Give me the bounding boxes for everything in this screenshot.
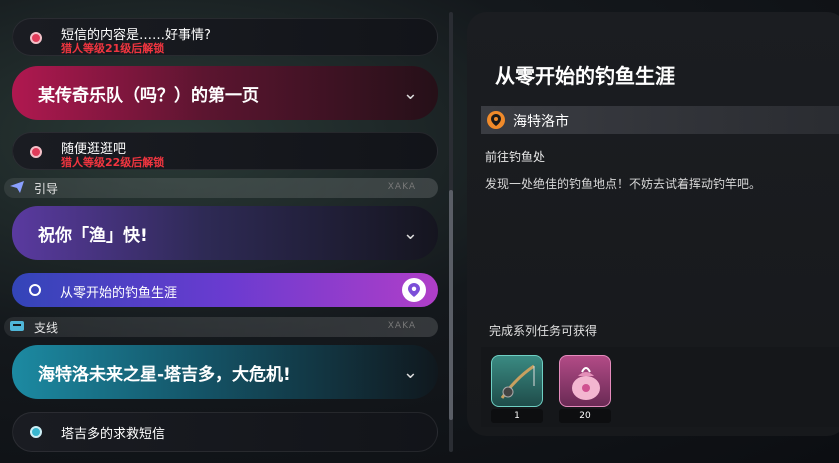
chevron-down-icon: ⌄ <box>402 83 418 104</box>
chapter-title: 某传奇乐队（吗？）的第一页 <box>38 86 259 106</box>
location-pin-icon[interactable] <box>402 278 426 302</box>
chevron-down-icon: ⌄ <box>402 223 418 244</box>
paper-plane-icon <box>10 181 24 196</box>
quest-item-active[interactable]: 从零开始的钓鱼生涯 <box>12 273 438 307</box>
quest-item-stroll[interactable]: 随便逛逛吧 猎人等级22级后解锁 <box>12 132 438 170</box>
quest-status-dot <box>30 426 42 438</box>
category-guide: 引导 XAKA <box>4 178 438 198</box>
reward-label: 完成系列任务可获得 <box>489 324 598 338</box>
quest-chapter-fishing[interactable]: 祝你「渔」快! ⌄ <box>12 206 438 260</box>
fishing-rod-icon <box>500 364 535 399</box>
quest-title: 从零开始的钓鱼生涯 <box>60 286 178 301</box>
quest-title: 塔吉多的求救短信 <box>61 427 166 442</box>
reward-item-gift-bag[interactable] <box>559 355 611 407</box>
quest-status-dot <box>29 284 41 296</box>
quest-item-help-sms[interactable]: 塔吉多的求救短信 <box>12 412 438 452</box>
quest-objective: 前往钓鱼处 <box>485 150 546 164</box>
scrollbar-thumb[interactable] <box>449 190 453 420</box>
quest-description: 发现一处绝佳的钓鱼地点！不妨去试着挥动钓竿吧。 <box>485 177 762 191</box>
quest-chapter-band[interactable]: 某传奇乐队（吗？）的第一页 ⌄ <box>12 66 438 120</box>
quest-detail-panel: 从零开始的钓鱼生涯 海特洛市 前往钓鱼处 发现一处绝佳的钓鱼地点！不妨去试着挥动… <box>467 12 839 436</box>
side-quest-icon <box>10 320 24 335</box>
quest-status-dot <box>30 32 42 44</box>
chevron-down-icon: ⌄ <box>402 362 418 383</box>
location-bar: 海特洛市 <box>481 106 839 134</box>
category-label: 引导 <box>34 182 59 196</box>
quest-list: 短信的内容是……好事情? 猎人等级21级后解锁 某传奇乐队（吗？）的第一页 ⌄ … <box>0 0 452 463</box>
reward-item-fishing-rod[interactable] <box>491 355 543 407</box>
quest-lock-text: 猎人等级21级后解锁 <box>61 42 165 55</box>
reward-count: 20 <box>559 409 611 423</box>
quest-chapter-tajido[interactable]: 海特洛未来之星-塔吉多，大危机! ⌄ <box>12 345 438 399</box>
category-side: 支线 XAKA <box>4 317 438 337</box>
chapter-title: 海特洛未来之星-塔吉多，大危机! <box>38 365 291 385</box>
quest-item-sms[interactable]: 短信的内容是……好事情? 猎人等级21级后解锁 <box>12 18 438 56</box>
brand-logo: XAKA <box>387 321 416 331</box>
location-name: 海特洛市 <box>513 114 569 130</box>
gift-bag-icon <box>572 367 600 400</box>
brand-logo: XAKA <box>387 182 416 192</box>
category-label: 支线 <box>34 321 59 335</box>
location-marker-icon <box>487 111 505 129</box>
quest-status-dot <box>30 146 42 158</box>
quest-lock-text: 猎人等级22级后解锁 <box>61 156 165 169</box>
quest-detail-title: 从零开始的钓鱼生涯 <box>495 64 675 88</box>
chapter-title: 祝你「渔」快! <box>38 226 148 246</box>
reward-count: 1 <box>491 409 543 423</box>
